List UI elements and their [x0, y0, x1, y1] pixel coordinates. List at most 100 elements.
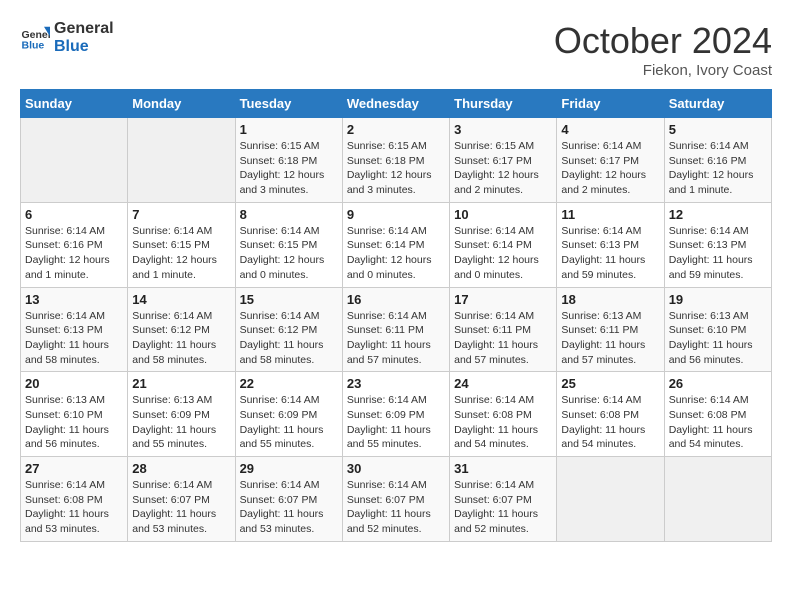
day-number: 30: [347, 461, 445, 476]
day-cell: 13 Sunrise: 6:14 AM Sunset: 6:13 PM Dayli…: [21, 287, 128, 372]
day-number: 27: [25, 461, 123, 476]
header-cell-tuesday: Tuesday: [235, 90, 342, 118]
day-number: 28: [132, 461, 230, 476]
day-detail: Sunrise: 6:14 AM Sunset: 6:15 PM Dayligh…: [240, 224, 338, 283]
day-cell: 28 Sunrise: 6:14 AM Sunset: 6:07 PM Dayli…: [128, 457, 235, 542]
week-row-1: 1 Sunrise: 6:15 AM Sunset: 6:18 PM Daylig…: [21, 118, 772, 203]
day-detail: Sunrise: 6:14 AM Sunset: 6:07 PM Dayligh…: [347, 478, 445, 537]
day-number: 9: [347, 207, 445, 222]
calendar-body: 1 Sunrise: 6:15 AM Sunset: 6:18 PM Daylig…: [21, 118, 772, 542]
day-number: 3: [454, 122, 552, 137]
header-cell-saturday: Saturday: [664, 90, 771, 118]
day-detail: Sunrise: 6:14 AM Sunset: 6:14 PM Dayligh…: [454, 224, 552, 283]
day-number: 18: [561, 292, 659, 307]
day-detail: Sunrise: 6:14 AM Sunset: 6:15 PM Dayligh…: [132, 224, 230, 283]
day-cell: [664, 457, 771, 542]
day-cell: 7 Sunrise: 6:14 AM Sunset: 6:15 PM Daylig…: [128, 202, 235, 287]
day-number: 29: [240, 461, 338, 476]
day-number: 20: [25, 376, 123, 391]
logo-blue: Blue: [54, 38, 114, 56]
logo: General Blue General Blue: [20, 20, 114, 55]
day-cell: 14 Sunrise: 6:14 AM Sunset: 6:12 PM Dayli…: [128, 287, 235, 372]
day-number: 13: [25, 292, 123, 307]
header-cell-wednesday: Wednesday: [342, 90, 449, 118]
day-cell: 18 Sunrise: 6:13 AM Sunset: 6:11 PM Dayli…: [557, 287, 664, 372]
day-detail: Sunrise: 6:14 AM Sunset: 6:13 PM Dayligh…: [25, 309, 123, 368]
day-cell: 3 Sunrise: 6:15 AM Sunset: 6:17 PM Daylig…: [450, 118, 557, 203]
day-cell: 24Sunrise: 6:14 AM Sunset: 6:08 PM Dayli…: [450, 372, 557, 457]
week-row-4: 20 Sunrise: 6:13 AM Sunset: 6:10 PM Dayli…: [21, 372, 772, 457]
day-detail: Sunrise: 6:15 AM Sunset: 6:17 PM Dayligh…: [454, 139, 552, 198]
header-cell-thursday: Thursday: [450, 90, 557, 118]
day-detail: Sunrise: 6:14 AM Sunset: 6:09 PM Dayligh…: [347, 393, 445, 452]
day-cell: 25 Sunrise: 6:14 AM Sunset: 6:08 PM Dayli…: [557, 372, 664, 457]
day-detail: Sunrise: 6:13 AM Sunset: 6:09 PM Dayligh…: [132, 393, 230, 452]
day-cell: 5 Sunrise: 6:14 AM Sunset: 6:16 PM Daylig…: [664, 118, 771, 203]
day-detail: Sunrise: 6:14 AM Sunset: 6:09 PM Dayligh…: [240, 393, 338, 452]
day-detail: Sunrise: 6:13 AM Sunset: 6:11 PM Dayligh…: [561, 309, 659, 368]
day-number: 25: [561, 376, 659, 391]
day-number: 23: [347, 376, 445, 391]
day-detail: Sunrise: 6:13 AM Sunset: 6:10 PM Dayligh…: [25, 393, 123, 452]
week-row-5: 27 Sunrise: 6:14 AM Sunset: 6:08 PM Dayli…: [21, 457, 772, 542]
day-cell: 23 Sunrise: 6:14 AM Sunset: 6:09 PM Dayli…: [342, 372, 449, 457]
day-cell: 10Sunrise: 6:14 AM Sunset: 6:14 PM Dayli…: [450, 202, 557, 287]
svg-text:Blue: Blue: [22, 39, 45, 51]
day-number: 11: [561, 207, 659, 222]
day-cell: 6Sunrise: 6:14 AM Sunset: 6:16 PM Daylig…: [21, 202, 128, 287]
day-number: 7: [132, 207, 230, 222]
day-number: 16: [347, 292, 445, 307]
header-row: SundayMondayTuesdayWednesdayThursdayFrid…: [21, 90, 772, 118]
week-row-3: 13 Sunrise: 6:14 AM Sunset: 6:13 PM Dayli…: [21, 287, 772, 372]
day-cell: 8 Sunrise: 6:14 AM Sunset: 6:15 PM Daylig…: [235, 202, 342, 287]
day-number: 14: [132, 292, 230, 307]
week-row-2: 6Sunrise: 6:14 AM Sunset: 6:16 PM Daylig…: [21, 202, 772, 287]
header-cell-friday: Friday: [557, 90, 664, 118]
calendar-table: SundayMondayTuesdayWednesdayThursdayFrid…: [20, 89, 772, 542]
day-cell: 21 Sunrise: 6:13 AM Sunset: 6:09 PM Dayli…: [128, 372, 235, 457]
day-detail: Sunrise: 6:14 AM Sunset: 6:07 PM Dayligh…: [132, 478, 230, 537]
day-detail: Sunrise: 6:15 AM Sunset: 6:18 PM Dayligh…: [347, 139, 445, 198]
day-detail: Sunrise: 6:14 AM Sunset: 6:08 PM Dayligh…: [669, 393, 767, 452]
day-number: 12: [669, 207, 767, 222]
logo-general: General: [54, 20, 114, 38]
day-detail: Sunrise: 6:14 AM Sunset: 6:12 PM Dayligh…: [132, 309, 230, 368]
day-detail: Sunrise: 6:14 AM Sunset: 6:07 PM Dayligh…: [454, 478, 552, 537]
day-detail: Sunrise: 6:14 AM Sunset: 6:12 PM Dayligh…: [240, 309, 338, 368]
day-cell: 20 Sunrise: 6:13 AM Sunset: 6:10 PM Dayli…: [21, 372, 128, 457]
day-cell: 17 Sunrise: 6:14 AM Sunset: 6:11 PM Dayli…: [450, 287, 557, 372]
day-cell: 15 Sunrise: 6:14 AM Sunset: 6:12 PM Dayli…: [235, 287, 342, 372]
day-detail: Sunrise: 6:14 AM Sunset: 6:11 PM Dayligh…: [454, 309, 552, 368]
day-detail: Sunrise: 6:14 AM Sunset: 6:08 PM Dayligh…: [561, 393, 659, 452]
day-number: 19: [669, 292, 767, 307]
day-detail: Sunrise: 6:15 AM Sunset: 6:18 PM Dayligh…: [240, 139, 338, 198]
day-detail: Sunrise: 6:13 AM Sunset: 6:10 PM Dayligh…: [669, 309, 767, 368]
location: Fiekon, Ivory Coast: [554, 62, 772, 79]
day-detail: Sunrise: 6:14 AM Sunset: 6:16 PM Dayligh…: [669, 139, 767, 198]
day-cell: 2Sunrise: 6:15 AM Sunset: 6:18 PM Daylig…: [342, 118, 449, 203]
header-cell-sunday: Sunday: [21, 90, 128, 118]
title-block: October 2024 Fiekon, Ivory Coast: [554, 20, 772, 79]
day-detail: Sunrise: 6:14 AM Sunset: 6:13 PM Dayligh…: [669, 224, 767, 283]
logo-icon: General Blue: [20, 23, 50, 53]
day-number: 8: [240, 207, 338, 222]
day-number: 15: [240, 292, 338, 307]
day-number: 21: [132, 376, 230, 391]
day-detail: Sunrise: 6:14 AM Sunset: 6:08 PM Dayligh…: [25, 478, 123, 537]
day-detail: Sunrise: 6:14 AM Sunset: 6:14 PM Dayligh…: [347, 224, 445, 283]
day-detail: Sunrise: 6:14 AM Sunset: 6:17 PM Dayligh…: [561, 139, 659, 198]
day-cell: 16 Sunrise: 6:14 AM Sunset: 6:11 PM Dayli…: [342, 287, 449, 372]
day-cell: 9 Sunrise: 6:14 AM Sunset: 6:14 PM Daylig…: [342, 202, 449, 287]
calendar-header: SundayMondayTuesdayWednesdayThursdayFrid…: [21, 90, 772, 118]
header-cell-monday: Monday: [128, 90, 235, 118]
day-number: 1: [240, 122, 338, 137]
day-detail: Sunrise: 6:14 AM Sunset: 6:07 PM Dayligh…: [240, 478, 338, 537]
day-number: 26: [669, 376, 767, 391]
day-detail: Sunrise: 6:14 AM Sunset: 6:11 PM Dayligh…: [347, 309, 445, 368]
day-number: 5: [669, 122, 767, 137]
day-number: 24: [454, 376, 552, 391]
day-detail: Sunrise: 6:14 AM Sunset: 6:13 PM Dayligh…: [561, 224, 659, 283]
day-number: 17: [454, 292, 552, 307]
day-cell: 26 Sunrise: 6:14 AM Sunset: 6:08 PM Dayli…: [664, 372, 771, 457]
day-number: 31: [454, 461, 552, 476]
